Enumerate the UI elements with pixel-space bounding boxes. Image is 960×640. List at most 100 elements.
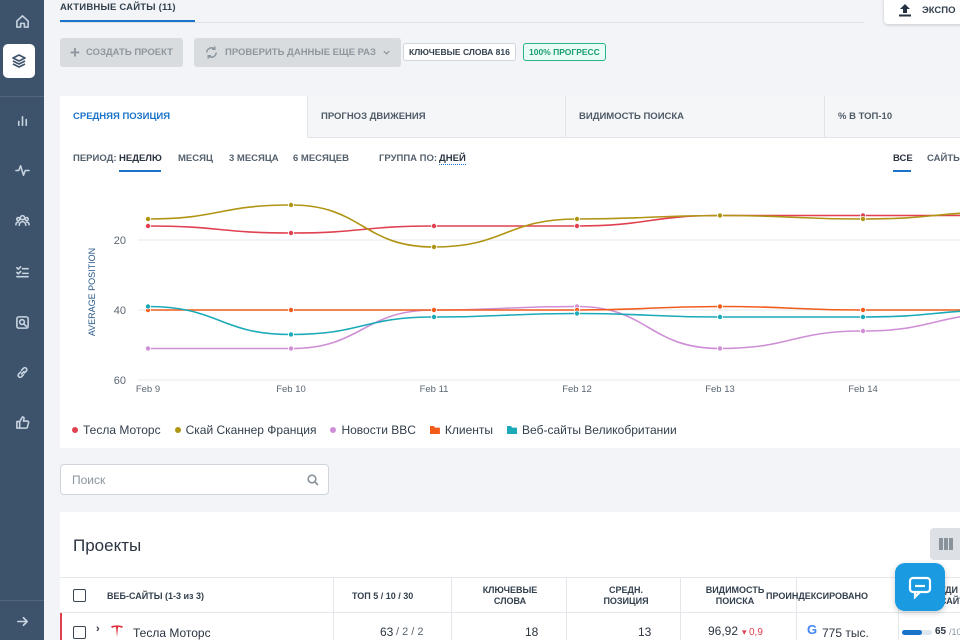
sidebar-expand-button[interactable] — [0, 603, 44, 639]
bar-chart-icon — [17, 115, 27, 126]
recheck-data-label: ПРОВЕРИТЬ ДАННЫЕ ЕЩЕ РАЗ — [225, 47, 376, 58]
legend-label: Тесла Моторс — [83, 423, 161, 437]
chat-icon — [908, 576, 932, 600]
export-button[interactable]: ЭКСПО — [884, 0, 960, 24]
column-divider — [451, 577, 452, 640]
recheck-data-button[interactable]: ПРОВЕРИТЬ ДАННЫЕ ЕЩЕ РАЗ — [194, 38, 401, 67]
sidebar-item-competitors[interactable] — [0, 202, 44, 238]
sidebar-divider — [0, 600, 44, 601]
audit-progress-fill — [902, 630, 922, 635]
sidebar-item-social[interactable] — [0, 404, 44, 440]
project-name[interactable]: Тесла Моторс — [133, 626, 211, 640]
avg-position-value: 13 — [638, 625, 652, 639]
projects-title: Проекты — [73, 536, 142, 555]
google-icon: G — [807, 622, 818, 637]
tab-movement-forecast[interactable]: ПРОГНОЗ ДВИЖЕНИЯ — [308, 96, 566, 138]
tab-active-sites[interactable]: АКТИВНЫЕ САЙТЫ (11) — [60, 2, 176, 13]
column-divider — [566, 577, 567, 640]
legend-dot — [72, 427, 78, 433]
legend-item[interactable]: Клиенты — [429, 423, 493, 437]
legend-item[interactable]: Веб-сайты Великобритании — [507, 423, 677, 437]
group-by-label: ГРУППА ПО: — [379, 153, 438, 164]
search-icon[interactable] — [307, 474, 319, 486]
top-count-rest: / 2 / 2 — [396, 626, 424, 638]
col-header-avg-position[interactable]: СРЕДН. ПОЗИЦИЯ — [596, 585, 656, 607]
sidebar-item-backlinks[interactable] — [0, 354, 44, 390]
sidebar-item-activity[interactable] — [0, 152, 44, 188]
col-header-indexed[interactable]: ПРОИНДЕКСИРОВАНО — [766, 591, 868, 602]
projects-card — [60, 512, 960, 640]
period-option-week[interactable]: НЕДЕЛЮ — [119, 153, 162, 164]
sidebar-divider — [0, 96, 44, 97]
sidebar-item-reports[interactable] — [0, 102, 44, 138]
table-header-bottom-border — [60, 612, 960, 613]
tab-top10-percent[interactable]: % В ТОП-10 — [825, 96, 960, 138]
chat-widget-button[interactable] — [895, 563, 945, 611]
chevron-down-icon — [383, 50, 390, 55]
progress-badge: 100% ПРОГРЕСС — [523, 43, 606, 61]
visibility-change: 0,9 — [749, 627, 763, 638]
sidebar — [0, 0, 44, 640]
row-status-marker — [60, 613, 62, 640]
chart-card — [60, 96, 960, 448]
expand-row-icon[interactable]: › — [96, 623, 100, 635]
sidebar-item-home[interactable] — [0, 3, 44, 39]
legend-item[interactable]: Новости BBC — [330, 423, 416, 437]
column-divider — [680, 577, 681, 640]
sidebar-item-projects[interactable] — [3, 44, 35, 78]
plus-icon: + — [70, 43, 80, 62]
columns-toggle-button[interactable] — [930, 528, 960, 560]
search-page-icon — [15, 315, 29, 329]
col-header-visibility[interactable]: ВИДИМОСТЬ ПОИСКА — [700, 585, 770, 607]
legend-label: Новости BBC — [341, 423, 416, 437]
period-option-3months[interactable]: 3 МЕСЯЦА — [229, 153, 279, 164]
audit-score-suffix: /10 — [949, 627, 960, 637]
legend-dot — [330, 427, 337, 433]
period-option-6months[interactable]: 6 МЕСЯЦЕВ — [293, 153, 349, 164]
period-option-month[interactable]: МЕСЯЦ — [178, 153, 213, 164]
layers-icon — [12, 54, 26, 68]
checklist-icon — [15, 265, 29, 277]
visibility-change-icon: ▾ — [742, 627, 747, 637]
tab-bar-divider — [60, 22, 864, 23]
column-divider — [333, 577, 334, 640]
sidebar-item-audit[interactable] — [0, 304, 44, 340]
scope-all[interactable]: ВСЕ — [893, 153, 913, 164]
legend-label: Скай Сканнер Франция — [185, 423, 317, 437]
audit-progress-track — [902, 630, 932, 635]
tesla-logo-icon — [111, 625, 123, 637]
upload-icon — [899, 4, 911, 17]
select-all-checkbox[interactable] — [73, 589, 86, 602]
col-header-top[interactable]: ТОП 5 / 10 / 30 — [352, 591, 413, 602]
indexed-value: 775 тыс. — [822, 626, 869, 640]
arrow-right-icon — [16, 616, 28, 626]
period-label: ПЕРИОД: — [73, 153, 117, 164]
column-divider — [796, 577, 797, 640]
audit-score: 65 — [935, 626, 947, 637]
folder-icon — [429, 426, 440, 434]
home-icon — [15, 14, 29, 28]
legend-item[interactable]: Скай Сканнер Франция — [174, 423, 317, 437]
col-header-websites[interactable]: ВЕБ-САЙТЫ (1-3 из 3) — [107, 591, 204, 602]
keywords-count: 18 — [525, 625, 539, 639]
create-project-button[interactable]: + СОЗДАТЬ ПРОЕКТ — [60, 38, 183, 67]
top-count-primary: 63 — [380, 625, 394, 639]
tab-average-position[interactable]: СРЕДНЯЯ ПОЗИЦИЯ — [60, 96, 308, 138]
create-project-label: СОЗДАТЬ ПРОЕКТ — [85, 47, 173, 58]
col-header-keywords[interactable]: КЛЮЧЕВЫЕ СЛОВА — [480, 585, 540, 607]
scope-selected-indicator — [893, 170, 911, 172]
table-header-top-border — [60, 577, 960, 578]
refresh-icon — [206, 46, 217, 59]
scope-sites[interactable]: САЙТЫ — [927, 153, 960, 164]
group-by-select[interactable]: ДНЕЙ — [439, 153, 466, 165]
tab-search-visibility[interactable]: ВИДИМОСТЬ ПОИСКА — [566, 96, 825, 138]
legend-item[interactable]: Тесла Моторс — [72, 423, 161, 437]
row-checkbox[interactable] — [73, 626, 86, 639]
folder-icon — [507, 426, 518, 434]
legend-label: Веб-сайты Великобритании — [522, 423, 677, 437]
sidebar-item-tasks[interactable] — [0, 253, 44, 289]
users-icon — [14, 214, 30, 226]
legend-dot — [174, 427, 181, 433]
search-input[interactable] — [61, 465, 291, 494]
visibility-value: 96,92 — [708, 624, 739, 638]
